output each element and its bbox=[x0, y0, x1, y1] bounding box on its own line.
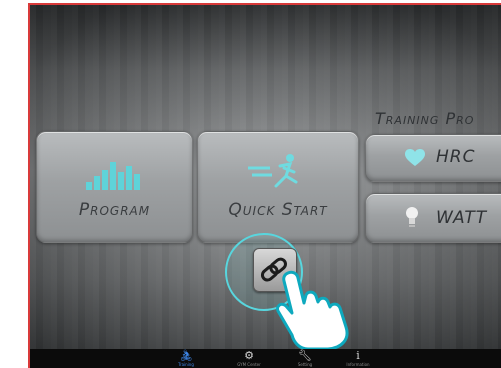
lightbulb-icon bbox=[406, 207, 418, 227]
heart-icon bbox=[405, 149, 425, 166]
bottom-nav-bar: 🚴︎ Training ⚙ GYM Center 🔧︎ Setting i In… bbox=[30, 349, 501, 368]
runner-icon bbox=[248, 154, 298, 188]
hrc-label: HRC bbox=[436, 147, 476, 167]
hrc-button[interactable]: HRC bbox=[365, 134, 501, 182]
watt-label: WATT bbox=[436, 208, 488, 228]
quick-start-button[interactable]: Quick Start bbox=[197, 131, 359, 243]
nav-item-setting[interactable]: 🔧︎ Setting bbox=[276, 349, 334, 368]
program-button[interactable]: Program bbox=[36, 131, 193, 243]
gears-icon: ⚙ bbox=[244, 349, 254, 362]
app-window: Program Quick Start Training Pro HRC WAT… bbox=[0, 0, 501, 368]
nav-item-information[interactable]: i Information bbox=[329, 349, 387, 368]
nav-label-setting: Setting bbox=[297, 362, 313, 367]
info-icon: i bbox=[356, 349, 360, 362]
nav-item-training[interactable]: 🚴︎ Training bbox=[157, 349, 215, 368]
tap-hand-icon bbox=[276, 270, 349, 349]
nav-label-gym-center: GYM Center bbox=[237, 362, 261, 367]
nav-item-gym-center[interactable]: ⚙ GYM Center bbox=[220, 349, 278, 368]
nav-label-training: Training bbox=[178, 362, 194, 367]
program-label: Program bbox=[78, 200, 151, 220]
wrench-icon: 🔧︎ bbox=[298, 349, 312, 362]
training-programs-title: Training Pro bbox=[375, 109, 475, 128]
bar-chart-icon bbox=[86, 162, 140, 190]
nav-label-information: Information bbox=[346, 362, 370, 367]
main-screen: Program Quick Start Training Pro HRC WAT… bbox=[28, 3, 501, 368]
cyclist-icon: 🚴︎ bbox=[179, 349, 193, 362]
watt-button[interactable]: WATT bbox=[365, 193, 501, 243]
quick-start-label: Quick Start bbox=[228, 200, 328, 220]
